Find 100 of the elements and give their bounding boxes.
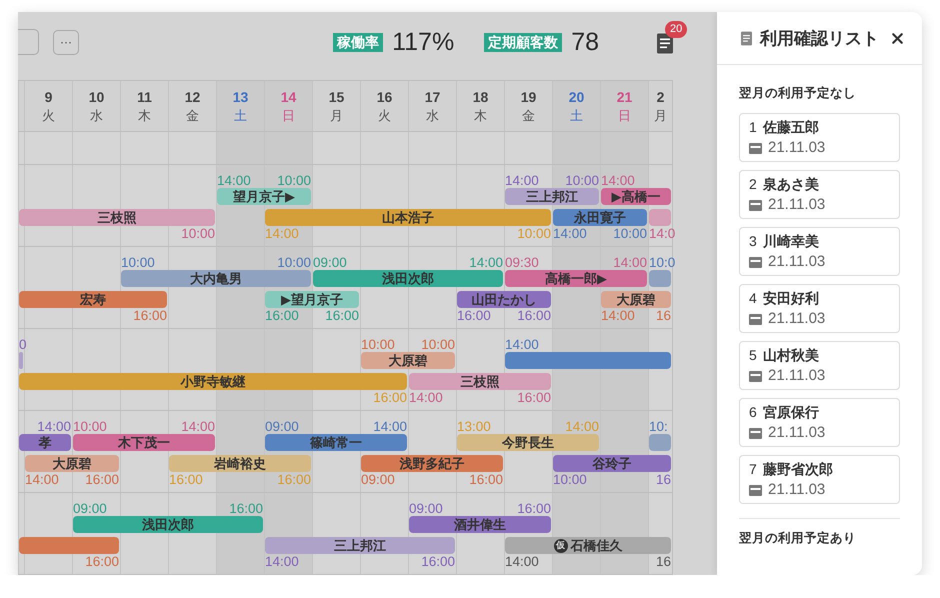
end-time: 10:00: [277, 255, 311, 270]
start-time: 09:00: [409, 501, 443, 516]
booking-bar[interactable]: [649, 209, 671, 226]
customer-card[interactable]: 6 宮原保行 21.11.03: [739, 398, 900, 447]
day-number: 15: [328, 88, 344, 104]
booking-bar[interactable]: 三枝照: [19, 209, 215, 226]
customer-card[interactable]: 1 佐藤五郎 21.11.03: [739, 113, 900, 162]
weekday-label: 木: [138, 108, 151, 124]
end-time: 10:00: [613, 226, 647, 241]
end-time: 14:00: [613, 255, 647, 270]
booking-bar[interactable]: 永田寛子: [553, 209, 647, 226]
booking-bar[interactable]: 大原碧: [25, 455, 119, 472]
booking-bar[interactable]: 浅田次郎: [73, 516, 263, 533]
start-time: 14:00: [601, 173, 635, 188]
booking-bar[interactable]: 高橋一郎▶: [505, 270, 647, 287]
booking-bar[interactable]: ▶高橋一: [601, 188, 671, 205]
booking-bar[interactable]: 山本浩子: [265, 209, 551, 226]
customer-card[interactable]: 4 安田好利 21.11.03: [739, 284, 900, 333]
end-time: 16: [656, 308, 671, 323]
end-time: 14:00: [565, 419, 599, 434]
booking-bar[interactable]: 木下茂一: [73, 434, 215, 451]
customer-name: 5 山村秋美: [749, 347, 820, 365]
customer-card[interactable]: 7 藤野省次郎 21.11.03: [739, 455, 900, 504]
start-time: 14:00: [505, 173, 539, 188]
booking-bar[interactable]: 望月京子▶: [217, 188, 311, 205]
day-number: 18: [472, 88, 488, 104]
end-time: 16:00: [229, 501, 263, 516]
weekday-label: 土: [570, 108, 583, 124]
end-time: 14:00: [469, 255, 503, 270]
booking-bar[interactable]: [649, 270, 671, 287]
calendar-icon: [749, 198, 762, 210]
booking-bar[interactable]: 篠崎常一: [265, 434, 407, 451]
booking-bar[interactable]: ▶望月京子: [265, 291, 359, 308]
booking-bar[interactable]: 孝: [19, 434, 71, 451]
booking-bar[interactable]: 谷玲子: [553, 455, 671, 472]
booking-bar[interactable]: [649, 434, 671, 451]
end-time: 16:00: [373, 390, 407, 405]
start-time: 14:0: [649, 226, 676, 241]
booking-bar[interactable]: 浅田次郎: [313, 270, 503, 287]
weekday-label: 金: [186, 108, 199, 124]
customer-name: 7 藤野省次郎: [749, 461, 834, 479]
booking-bar[interactable]: 三上邦江: [265, 537, 455, 554]
toolbar-button[interactable]: [18, 29, 39, 55]
more-button[interactable]: ···: [53, 30, 79, 54]
stat-value: 117%: [392, 28, 454, 56]
booking-bar[interactable]: 三枝照: [409, 373, 551, 390]
booking-bar[interactable]: 宏寿: [19, 291, 167, 308]
customer-name: 3 川崎幸美: [749, 233, 820, 251]
start-time: 10:00: [361, 337, 395, 352]
date-text: 21.11.03: [768, 481, 826, 498]
weekday-label: 月: [654, 108, 667, 124]
booking-bar[interactable]: 大原碧: [601, 291, 671, 308]
start-time: 14:00: [601, 308, 635, 323]
day-number: 12: [184, 88, 200, 104]
end-time: 16:00: [517, 501, 551, 516]
start-time: 10:00: [121, 255, 155, 270]
booking-bar[interactable]: 今野長生: [457, 434, 599, 451]
weekday-label: 木: [474, 108, 487, 124]
customer-card[interactable]: 3 川崎幸美 21.11.03: [739, 227, 900, 276]
booking-bar[interactable]: 山田たかし: [457, 291, 551, 308]
date-text: 21.11.03: [768, 196, 826, 213]
start-time: 09:00: [73, 501, 107, 516]
customer-card[interactable]: 5 山村秋美 21.11.03: [739, 341, 900, 390]
section-label: 翌月の利用予定なし: [739, 85, 857, 102]
customer-card[interactable]: 2 泉あさ美 21.11.03: [739, 170, 900, 219]
weekday-label: 日: [618, 108, 631, 124]
end-time: 16:00: [277, 472, 311, 487]
end-time: 14:00: [181, 419, 215, 434]
document-list-icon: [741, 30, 752, 46]
booking-bar[interactable]: 小野寺敏継: [19, 373, 407, 390]
start-time: 10:0: [649, 255, 676, 270]
customer-name: 1 佐藤五郎: [749, 119, 820, 137]
booking-bar[interactable]: 三上邦江: [505, 188, 599, 205]
date-text: 21.11.03: [768, 253, 826, 270]
weekday-label: 日: [282, 108, 295, 124]
booking-bar[interactable]: [19, 537, 119, 554]
booking-bar[interactable]: 仮 石橋佳久: [505, 537, 671, 554]
start-time: 16:00: [265, 308, 299, 323]
booking-bar[interactable]: [505, 352, 671, 369]
booking-bar[interactable]: 酒井偉生: [409, 516, 551, 533]
panel-title: 利用確認リスト: [760, 28, 879, 50]
start-time: 14:00: [265, 226, 299, 241]
day-number: 17: [424, 88, 440, 104]
booking-bar[interactable]: 岩崎裕史: [169, 455, 311, 472]
start-time: 14:00: [409, 390, 443, 405]
end-time: 14:00: [373, 419, 407, 434]
calendar-icon: [749, 312, 762, 324]
customer-name: 4 安田好利: [749, 290, 820, 308]
end-time: 16:00: [133, 308, 167, 323]
start-time: 14:00: [217, 173, 251, 188]
start-time: 16:00: [457, 308, 491, 323]
booking-bar[interactable]: 大原碧: [361, 352, 455, 369]
booking-bar[interactable]: 大内亀男: [121, 270, 311, 287]
notification-badge: 20: [665, 20, 688, 38]
booking-bar[interactable]: 浅野多紀子: [361, 455, 503, 472]
booking-bar[interactable]: [19, 352, 23, 369]
day-number: 20: [568, 88, 584, 104]
customer-name: 2 泉あさ美: [749, 176, 820, 194]
weekday-label: 土: [234, 108, 247, 124]
weekday-label: 月: [330, 108, 343, 124]
